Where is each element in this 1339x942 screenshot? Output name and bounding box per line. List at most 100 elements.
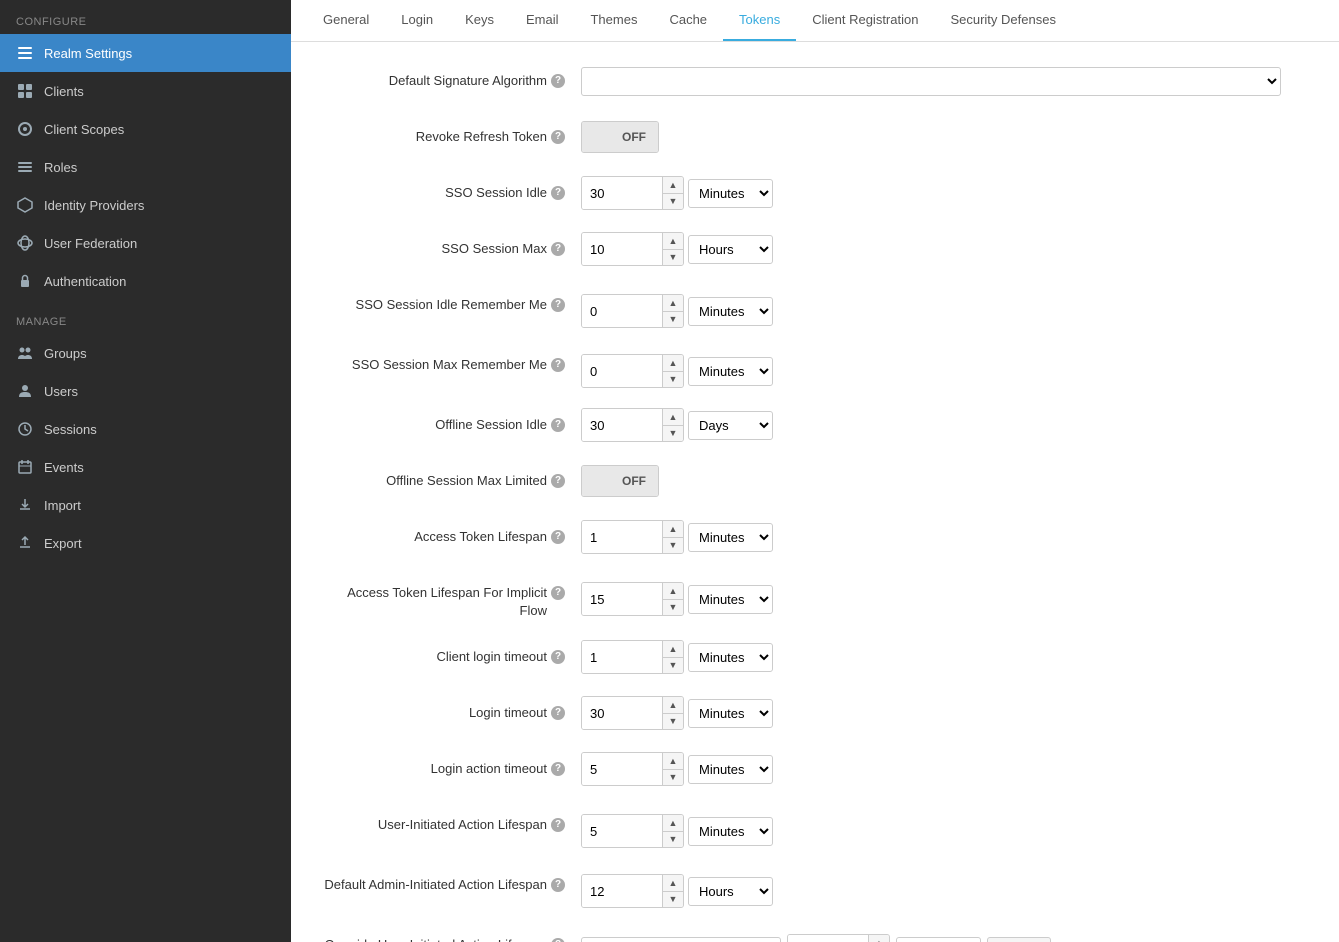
user-initiated-action-lifespan-up[interactable]: ▲ — [663, 815, 683, 831]
sso-session-idle-down[interactable]: ▼ — [663, 193, 683, 209]
tab-email[interactable]: Email — [510, 0, 575, 41]
login-action-timeout-help[interactable]: ? — [551, 762, 565, 776]
login-action-timeout-input[interactable] — [582, 753, 662, 785]
tab-login[interactable]: Login — [385, 0, 449, 41]
sso-idle-remember-me-help[interactable]: ? — [551, 298, 565, 312]
offline-session-idle-up[interactable]: ▲ — [663, 409, 683, 425]
client-login-timeout-help[interactable]: ? — [551, 650, 565, 664]
user-initiated-action-lifespan-down[interactable]: ▼ — [663, 831, 683, 847]
tab-tokens[interactable]: Tokens — [723, 0, 796, 41]
user-initiated-action-lifespan-input[interactable] — [582, 815, 662, 847]
override-user-action-lifespan-help[interactable]: ? — [551, 938, 565, 942]
sidebar-item-roles[interactable]: Roles — [0, 148, 291, 186]
login-action-timeout-unit[interactable]: MinutesHoursDaysSeconds — [688, 755, 773, 784]
sso-idle-remember-me-input[interactable] — [582, 295, 662, 327]
revoke-refresh-token-toggle[interactable]: OFF — [581, 121, 659, 153]
sidebar-item-authentication[interactable]: Authentication — [0, 262, 291, 300]
access-token-lifespan-control: ▲ ▼ MinutesHoursDaysSeconds — [581, 520, 773, 554]
default-signature-algorithm-control — [581, 67, 1281, 96]
override-action-up[interactable]: ▲ — [869, 935, 889, 942]
default-admin-action-lifespan-up[interactable]: ▲ — [663, 875, 683, 891]
user-initiated-action-lifespan-unit[interactable]: MinutesHoursDaysSeconds — [688, 817, 773, 846]
revoke-refresh-token-help[interactable]: ? — [551, 130, 565, 144]
offline-session-idle-help[interactable]: ? — [551, 418, 565, 432]
sidebar-item-groups[interactable]: Groups — [0, 334, 291, 372]
override-action-reset-button[interactable]: Reset — [987, 937, 1051, 942]
sidebar-item-events[interactable]: Events — [0, 448, 291, 486]
sidebar-item-import[interactable]: Import — [0, 486, 291, 524]
tab-client-registration[interactable]: Client Registration — [796, 0, 934, 41]
client-login-timeout-up[interactable]: ▲ — [663, 641, 683, 657]
sidebar-item-clients[interactable]: Clients — [0, 72, 291, 110]
default-admin-action-lifespan-unit[interactable]: HoursMinutesDaysSeconds — [688, 877, 773, 906]
access-token-implicit-help[interactable]: ? — [551, 586, 565, 600]
login-timeout-input[interactable] — [582, 697, 662, 729]
sso-session-idle-help[interactable]: ? — [551, 186, 565, 200]
sso-max-remember-me-unit[interactable]: MinutesHoursDaysSeconds — [688, 357, 773, 386]
sso-idle-remember-me-unit[interactable]: MinutesHoursDaysSeconds — [688, 297, 773, 326]
access-token-implicit-input[interactable] — [582, 583, 662, 615]
sso-session-idle-unit[interactable]: MinutesHoursDaysSeconds — [688, 179, 773, 208]
override-action-unit[interactable]: MinutesHoursDaysSeconds — [896, 937, 981, 942]
default-admin-action-lifespan-input[interactable] — [582, 875, 662, 907]
login-action-timeout-down[interactable]: ▼ — [663, 769, 683, 785]
login-action-timeout-up[interactable]: ▲ — [663, 753, 683, 769]
access-token-implicit-up[interactable]: ▲ — [663, 583, 683, 599]
sso-max-remember-me-down[interactable]: ▼ — [663, 371, 683, 387]
sso-idle-remember-me-down[interactable]: ▼ — [663, 311, 683, 327]
sso-session-max-input[interactable] — [582, 233, 662, 265]
default-signature-algorithm-select[interactable] — [581, 67, 1281, 96]
sso-max-remember-me-help[interactable]: ? — [551, 358, 565, 372]
main-content: General Login Keys Email Themes Cache To… — [291, 0, 1339, 942]
client-login-timeout-unit[interactable]: MinutesHoursDaysSeconds — [688, 643, 773, 672]
sso-max-remember-me-input[interactable] — [582, 355, 662, 387]
user-initiated-action-lifespan-help[interactable]: ? — [551, 818, 565, 832]
sidebar-item-identity-providers[interactable]: Identity Providers — [0, 186, 291, 224]
tab-themes[interactable]: Themes — [574, 0, 653, 41]
login-timeout-down[interactable]: ▼ — [663, 713, 683, 729]
sidebar-item-sessions[interactable]: Sessions — [0, 410, 291, 448]
access-token-lifespan-input[interactable] — [582, 521, 662, 553]
access-token-lifespan-help[interactable]: ? — [551, 530, 565, 544]
override-action-select[interactable]: Select one... — [581, 937, 781, 942]
sso-session-max-help[interactable]: ? — [551, 242, 565, 256]
client-login-timeout-down[interactable]: ▼ — [663, 657, 683, 673]
login-timeout-unit[interactable]: MinutesHoursDaysSeconds — [688, 699, 773, 728]
override-action-value-input[interactable] — [788, 935, 868, 942]
sidebar-item-users[interactable]: Users — [0, 372, 291, 410]
offline-session-idle-unit[interactable]: DaysMinutesHoursSeconds — [688, 411, 773, 440]
tab-security-defenses[interactable]: Security Defenses — [934, 0, 1072, 41]
sso-session-max-unit[interactable]: HoursMinutesDaysSeconds — [688, 235, 773, 264]
client-login-timeout-input[interactable] — [582, 641, 662, 673]
tab-keys[interactable]: Keys — [449, 0, 510, 41]
sidebar-item-export[interactable]: Export — [0, 524, 291, 562]
access-token-lifespan-unit[interactable]: MinutesHoursDaysSeconds — [688, 523, 773, 552]
access-token-lifespan-up[interactable]: ▲ — [663, 521, 683, 537]
sso-session-max-down[interactable]: ▼ — [663, 249, 683, 265]
default-signature-algorithm-help[interactable]: ? — [551, 74, 565, 88]
sso-max-remember-me-up[interactable]: ▲ — [663, 355, 683, 371]
default-signature-algorithm-row: Default Signature Algorithm ? — [321, 62, 1309, 100]
tab-general[interactable]: General — [307, 0, 385, 41]
sso-session-idle-up[interactable]: ▲ — [663, 177, 683, 193]
default-admin-action-lifespan-down[interactable]: ▼ — [663, 891, 683, 907]
offline-session-max-limited-help[interactable]: ? — [551, 474, 565, 488]
tab-cache[interactable]: Cache — [653, 0, 723, 41]
access-token-implicit-unit[interactable]: MinutesHoursDaysSeconds — [688, 585, 773, 614]
client-login-timeout-control: ▲ ▼ MinutesHoursDaysSeconds — [581, 640, 773, 674]
access-token-lifespan-row: Access Token Lifespan ? ▲ ▼ MinutesHours… — [321, 518, 1309, 556]
sidebar-item-client-scopes[interactable]: Client Scopes — [0, 110, 291, 148]
access-token-lifespan-down[interactable]: ▼ — [663, 537, 683, 553]
sidebar-item-user-federation[interactable]: User Federation — [0, 224, 291, 262]
sso-session-max-up[interactable]: ▲ — [663, 233, 683, 249]
offline-session-max-limited-toggle[interactable]: OFF — [581, 465, 659, 497]
offline-session-idle-down[interactable]: ▼ — [663, 425, 683, 441]
sso-session-idle-input[interactable] — [582, 177, 662, 209]
sso-idle-remember-me-up[interactable]: ▲ — [663, 295, 683, 311]
access-token-implicit-down[interactable]: ▼ — [663, 599, 683, 615]
offline-session-idle-input[interactable] — [582, 409, 662, 441]
default-admin-action-lifespan-help[interactable]: ? — [551, 878, 565, 892]
login-timeout-up[interactable]: ▲ — [663, 697, 683, 713]
login-timeout-help[interactable]: ? — [551, 706, 565, 720]
sidebar-item-realm-settings[interactable]: Realm Settings — [0, 34, 291, 72]
